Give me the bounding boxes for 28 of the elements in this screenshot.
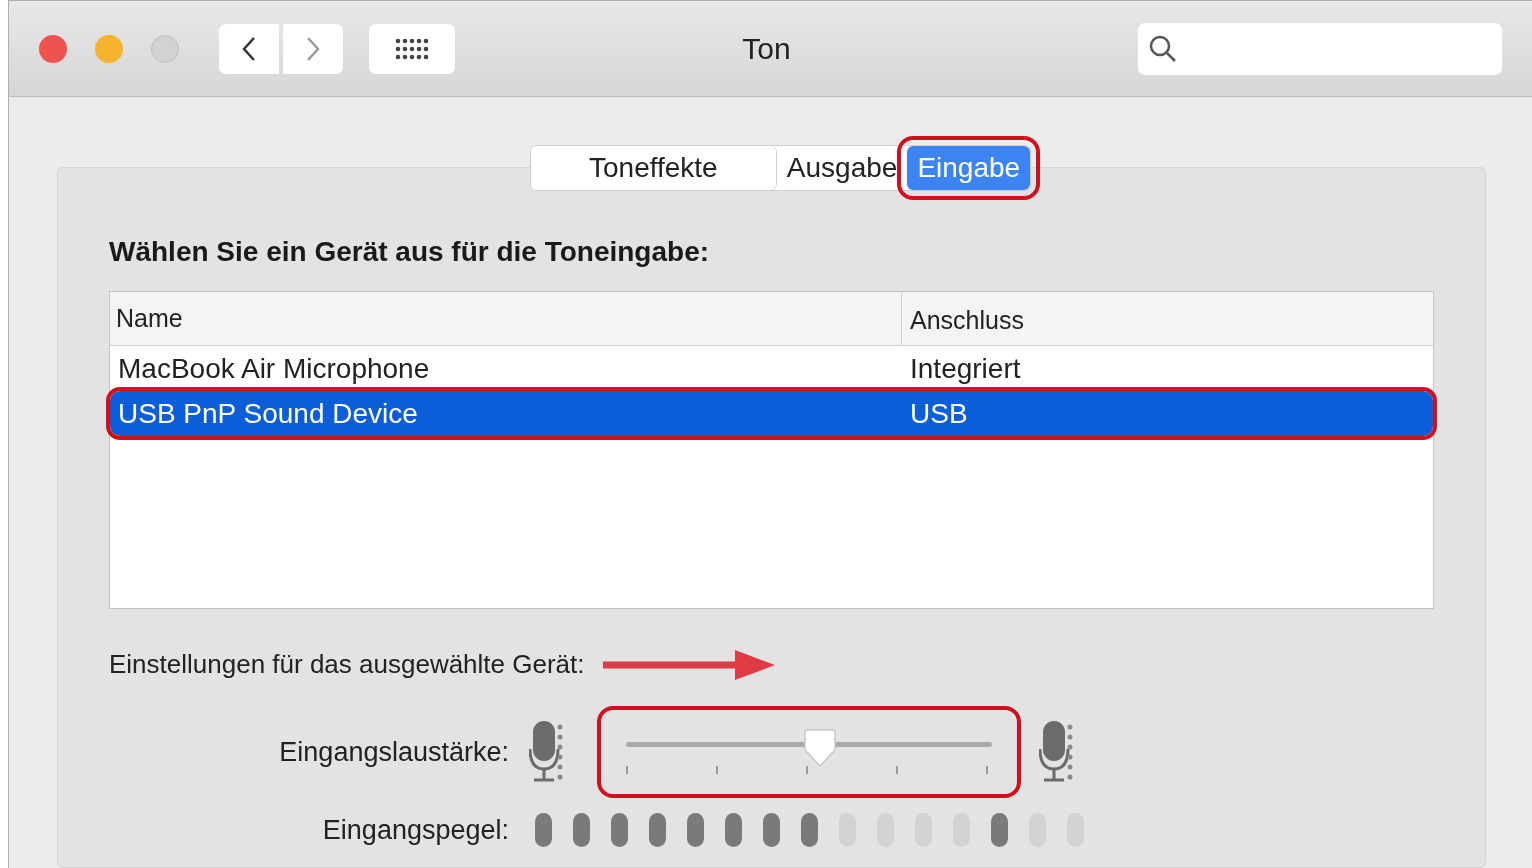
table-cell-text: USB PnP Sound Device [117, 396, 419, 431]
microphone-icon [1039, 719, 1073, 785]
table-cell-text: USB [909, 396, 969, 431]
tab[interactable]: Toneffekte [530, 146, 777, 190]
slider-thumb[interactable] [802, 728, 837, 768]
minimize-button[interactable] [95, 34, 123, 63]
grid-icon [395, 36, 429, 61]
tab[interactable]: Ausgabe [776, 146, 908, 190]
chevron-right-icon [306, 35, 320, 62]
input-volume-label: Eingangslaustärke: [278, 735, 509, 769]
chevron-left-icon [242, 35, 256, 62]
search-field[interactable] [1138, 22, 1502, 75]
back-button[interactable] [219, 23, 279, 74]
column-header[interactable]: Anschluss [902, 292, 1433, 345]
table-row[interactable]: MacBook Air Microphone Integriert [110, 346, 1433, 391]
table-cell-text: MacBook Air Microphone [117, 351, 431, 386]
search-icon [1148, 33, 1178, 64]
microphone-icon [529, 719, 563, 785]
settings-heading: Einstellungen für das ausgewählte Gerät: [109, 648, 585, 681]
show-all-button[interactable] [369, 23, 455, 74]
zoom-button[interactable] [151, 34, 179, 63]
window-title: Ton [741, 31, 792, 67]
table-cell-text: Integriert [909, 351, 1022, 386]
forward-button[interactable] [283, 23, 343, 74]
input-level-label: Eingangspegel: [321, 814, 509, 847]
device-heading: Wählen Sie ein Gerät aus für die Toneingabe: [109, 235, 711, 269]
column-header[interactable]: Name [110, 292, 902, 345]
close-button[interactable] [39, 34, 67, 63]
